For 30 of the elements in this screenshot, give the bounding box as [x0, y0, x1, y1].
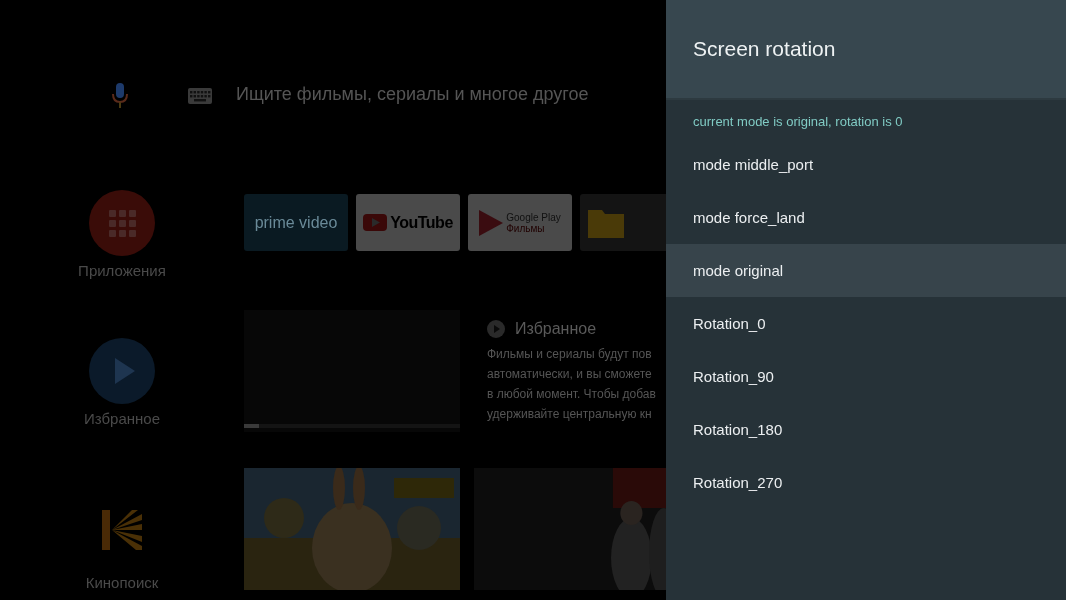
rail-label: Приложения	[78, 262, 166, 279]
menu-item[interactable]: mode force_land	[666, 191, 1066, 244]
description-line: автоматически, и вы сможете	[487, 366, 652, 383]
menu-item[interactable]: mode original	[666, 244, 1066, 297]
app-tile[interactable]: prime video	[244, 194, 348, 251]
menu-item[interactable]: Rotation_0	[666, 297, 1066, 350]
description-line: в любой момент. Чтобы добав	[487, 386, 656, 403]
apps-grid-icon[interactable]	[89, 190, 155, 256]
menu-item[interactable]: Rotation_270	[666, 456, 1066, 509]
menu-item[interactable]: Rotation_90	[666, 350, 1066, 403]
sunburst-k-icon[interactable]	[102, 510, 142, 550]
keyboard-icon[interactable]	[188, 88, 212, 104]
rail-label: Кинопоиск	[85, 574, 159, 591]
rail-label: Избранное	[84, 410, 160, 427]
status-text: current mode is original, rotation is 0	[692, 113, 904, 131]
video-preview[interactable]	[244, 310, 460, 432]
menu-item[interactable]: Rotation_180	[666, 403, 1066, 456]
microphone-icon[interactable]	[111, 83, 129, 109]
section-title: Избранное	[515, 320, 597, 338]
triangle-icon	[479, 209, 504, 236]
description-line: Фильмы и сериалы будут пов	[487, 346, 652, 363]
menu-item[interactable]: mode middle_port	[666, 138, 1066, 191]
search-field[interactable]: Ищите фильмы, сериалы и многое другое	[236, 84, 616, 105]
description-line: удерживайте центральную кн	[487, 406, 652, 423]
app-tile[interactable]	[580, 194, 666, 251]
folder-icon	[588, 207, 624, 238]
panel-title: Screen rotation	[693, 37, 836, 61]
play-icon	[487, 320, 505, 338]
play-icon[interactable]	[89, 338, 155, 404]
play-button-icon	[363, 214, 388, 231]
